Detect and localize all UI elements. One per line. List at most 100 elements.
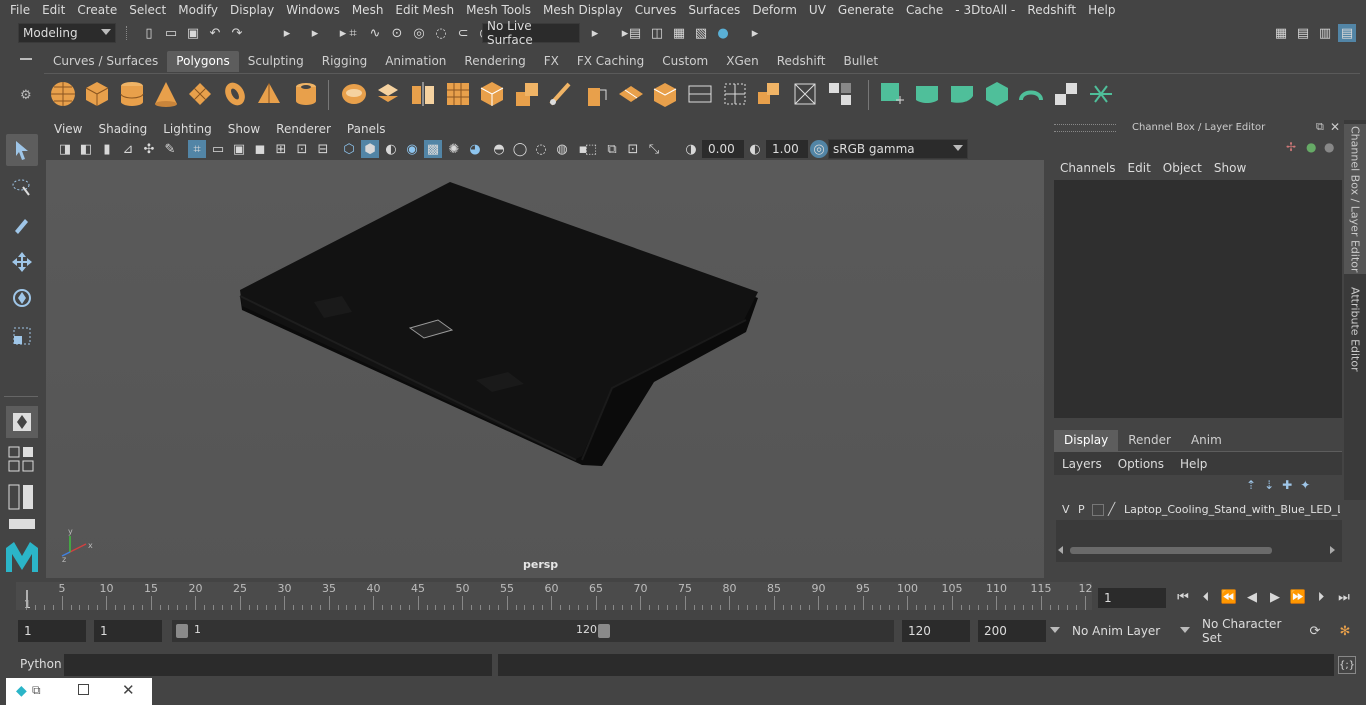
offset-edge-icon[interactable] <box>686 80 714 108</box>
textured-icon[interactable]: ◉ <box>403 140 421 158</box>
range-end-handle[interactable] <box>598 624 610 638</box>
scroll-thumb[interactable] <box>1070 547 1272 554</box>
2d-pan-zoom-icon[interactable]: ✣ <box>140 140 158 158</box>
motion-blur-icon[interactable]: ◓ <box>490 140 508 158</box>
tab-bullet[interactable]: Bullet <box>834 51 887 72</box>
command-input[interactable] <box>64 654 492 676</box>
soft-select-button[interactable] <box>6 406 38 438</box>
close-icon[interactable]: ✕ <box>122 681 135 699</box>
viewport-canvas[interactable]: z x y persp <box>46 160 1044 578</box>
snap-grid-icon[interactable]: ⌗ <box>344 24 362 42</box>
safe-title-icon[interactable]: ⊟ <box>314 140 332 158</box>
combine-icon[interactable] <box>340 80 368 108</box>
frame-selection-icon[interactable]: ⊡ <box>624 140 642 158</box>
layer-color-icon[interactable]: ╱ <box>1108 502 1115 516</box>
tab-animation[interactable]: Animation <box>376 51 455 72</box>
tab-rendering[interactable]: Rendering <box>455 51 534 72</box>
channel-box-menu-edit[interactable]: Edit <box>1128 161 1159 175</box>
bridge-icon[interactable] <box>547 80 575 108</box>
save-scene-icon[interactable]: ▣ <box>184 24 202 42</box>
tab-fx-caching[interactable]: FX Caching <box>568 51 653 72</box>
axis-toggle-icon[interactable]: ✢ <box>1286 140 1296 154</box>
checker-icon[interactable] <box>1052 80 1080 108</box>
poly-cone-icon[interactable] <box>152 80 180 108</box>
mirror-icon[interactable] <box>409 80 437 108</box>
layer-visibility-toggle[interactable]: V <box>1062 503 1070 516</box>
smooth-icon[interactable] <box>444 80 472 108</box>
play-arrow-icon[interactable]: ▸ <box>278 24 296 42</box>
redshift-plane-icon[interactable] <box>913 80 941 108</box>
channel-box-menu-channels[interactable]: Channels <box>1060 161 1124 175</box>
go-to-start-icon[interactable]: ⏮ <box>1174 588 1192 606</box>
tab-custom[interactable]: Custom <box>653 51 717 72</box>
zoom-icon[interactable]: ⤡ <box>645 140 663 158</box>
layout-outliner-icon[interactable] <box>8 484 36 510</box>
modeling-toolkit-icon[interactable]: ▦ <box>1272 24 1290 42</box>
move-tool-button[interactable] <box>6 246 38 278</box>
render-settings-icon[interactable]: ▧ <box>692 24 710 42</box>
select-camera-icon[interactable]: ⬚ <box>582 140 600 158</box>
layer-row[interactable]: V P ╱ Laptop_Cooling_Stand_with_Blue_LED… <box>1056 500 1342 520</box>
go-to-end-icon[interactable]: ⏭ <box>1335 588 1353 606</box>
range-start-handle[interactable] <box>176 624 188 638</box>
image-plane-icon[interactable]: ⊿ <box>119 140 137 158</box>
wireframe-icon[interactable]: ⬡ <box>340 140 358 158</box>
chevron-down-icon[interactable] <box>1180 627 1190 633</box>
grid-icon[interactable]: ⌗ <box>188 140 206 158</box>
poly-pyramid-icon[interactable] <box>255 80 283 108</box>
menu-mesh[interactable]: Mesh <box>346 3 390 17</box>
film-gate-icon[interactable]: ▭ <box>209 140 227 158</box>
rotate-tool-button[interactable] <box>6 282 38 314</box>
snap-view-icon[interactable]: ◎ <box>410 24 428 42</box>
color-management-icon[interactable]: ◎ <box>810 140 828 158</box>
redshift-curve-icon[interactable] <box>948 80 976 108</box>
snap-curve-icon[interactable]: ∿ <box>366 24 384 42</box>
new-layer-selected-icon[interactable]: ✦ <box>1300 478 1310 492</box>
ambient-occlusion-icon[interactable]: ◕ <box>466 140 484 158</box>
tab-channel-box[interactable]: Channel Box / Layer Editor <box>1344 124 1366 274</box>
viewport-menu-renderer[interactable]: Renderer <box>268 122 339 136</box>
playback-start-field[interactable]: 1 <box>94 620 162 642</box>
tab-curves-surfaces[interactable]: Curves / Surfaces <box>44 51 167 72</box>
depth-of-field-icon[interactable]: ◌ <box>532 140 550 158</box>
range-slider[interactable]: 1 120 <box>172 620 894 642</box>
step-forward-key-icon[interactable]: ⏩ <box>1289 588 1307 606</box>
layout-other-icon[interactable] <box>8 518 36 530</box>
bevel-icon[interactable] <box>582 80 610 108</box>
menu-mesh-tools[interactable]: Mesh Tools <box>460 3 537 17</box>
playback-end-field[interactable]: 120 <box>902 620 970 642</box>
render-view-icon[interactable]: ▤ <box>626 24 644 42</box>
frame-all-icon[interactable]: ⧉ <box>603 140 621 158</box>
layer-reference-toggle[interactable] <box>1092 504 1104 516</box>
attribute-editor-icon[interactable]: ▤ <box>1294 24 1312 42</box>
menu-surfaces[interactable]: Surfaces <box>682 3 746 17</box>
gamma-field[interactable]: 1.00 <box>766 140 808 158</box>
reduce-icon[interactable] <box>478 80 506 108</box>
redshift-cube-icon[interactable] <box>983 80 1011 108</box>
menu-create[interactable]: Create <box>71 3 123 17</box>
menu-deform[interactable]: Deform <box>746 3 803 17</box>
poly-cube-icon[interactable] <box>83 80 111 108</box>
scroll-left-icon[interactable] <box>1058 546 1063 554</box>
chevron-down-icon[interactable] <box>1050 627 1060 633</box>
scroll-right-icon[interactable] <box>1330 546 1335 554</box>
exposure-field[interactable]: 0.00 <box>702 140 744 158</box>
safe-action-icon[interactable]: ⊡ <box>293 140 311 158</box>
step-forward-icon[interactable]: ⏵ <box>1312 588 1330 606</box>
tab-render[interactable]: Render <box>1118 430 1181 451</box>
redshift-loop-icon[interactable] <box>1017 80 1045 108</box>
tab-fx[interactable]: FX <box>535 51 568 72</box>
close-icon[interactable]: ✕ <box>1330 120 1340 134</box>
xray-icon[interactable]: ◍ <box>553 140 571 158</box>
paint-select-tool-button[interactable] <box>6 208 38 240</box>
menu-select[interactable]: Select <box>123 3 172 17</box>
poly-sphere-icon[interactable] <box>49 80 77 108</box>
camera-attributes-icon[interactable]: ◧ <box>77 140 95 158</box>
new-scene-icon[interactable]: ▯ <box>140 24 158 42</box>
select-tool-button[interactable] <box>6 134 38 166</box>
channel-box-menu-object[interactable]: Object <box>1163 161 1210 175</box>
color-space-dropdown[interactable]: sRGB gamma <box>828 139 968 159</box>
shelf-menu-icon[interactable] <box>20 58 32 60</box>
animation-preferences-icon[interactable]: ✻ <box>1336 622 1354 640</box>
maximize-icon[interactable] <box>78 684 89 695</box>
